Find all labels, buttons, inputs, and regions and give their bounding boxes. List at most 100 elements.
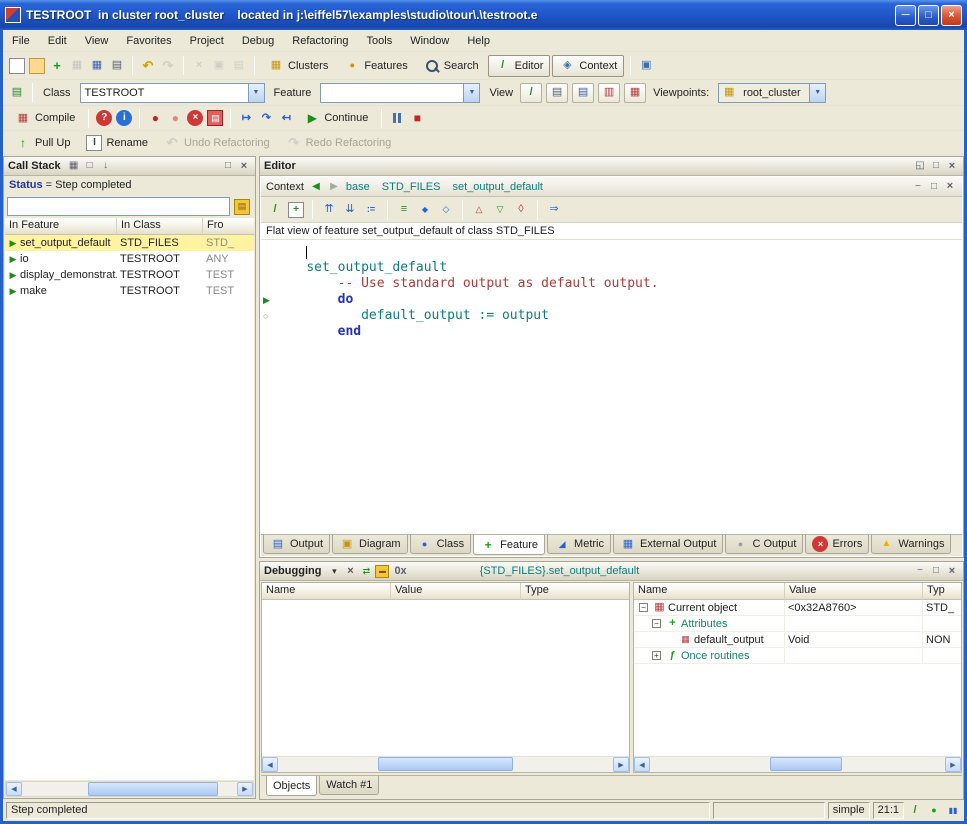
- contract-view-tool-icon[interactable]: ◆: [417, 202, 433, 218]
- max-panel-icon[interactable]: □: [221, 160, 235, 173]
- watch-column-value[interactable]: Value: [391, 583, 521, 600]
- pin-panel-icon[interactable]: □: [83, 160, 97, 173]
- horizontal-scrollbar[interactable]: ◀▶: [5, 781, 254, 797]
- editor-tab-warnings[interactable]: ▲Warnings: [871, 535, 951, 554]
- object-tree-row[interactable]: −▦Current object<0x32A8760>STD_: [634, 600, 961, 616]
- edit-view-icon-button[interactable]: /: [520, 83, 542, 103]
- scroll-left-button[interactable]: ◀: [262, 757, 278, 772]
- current-line-arrow[interactable]: ▶: [263, 292, 270, 308]
- scroll-right-button[interactable]: ▶: [613, 757, 629, 772]
- clusters-button[interactable]: ▦Clusters: [261, 55, 335, 77]
- close-panel-icon[interactable]: ×: [237, 160, 251, 173]
- viewpoints-combo[interactable]: ▦root_cluster▼: [718, 83, 826, 103]
- debug-tab-watch-1[interactable]: Watch #1: [319, 776, 379, 795]
- flat-view-tool-icon[interactable]: ≡: [396, 202, 412, 218]
- minimize-button[interactable]: ─: [895, 5, 916, 26]
- editor-tab-external-output[interactable]: ▦External Output: [613, 535, 723, 554]
- editor-tab-errors[interactable]: ×Errors: [805, 535, 869, 554]
- menu-project[interactable]: Project: [181, 32, 233, 50]
- step-over-icon[interactable]: ↷: [258, 110, 274, 126]
- breakpoint-slot[interactable]: ○: [263, 308, 268, 324]
- print-icon[interactable]: ▤: [109, 58, 125, 74]
- exception-icon[interactable]: ⇄: [359, 565, 373, 578]
- scroll-thumb[interactable]: [88, 782, 218, 796]
- implementers-icon[interactable]: ⇒: [546, 202, 562, 218]
- call-stack-row[interactable]: ▶makeTESTROOTTEST: [5, 283, 254, 299]
- call-stack-titlebar[interactable]: Call Stack ▦□↓ □×: [4, 157, 255, 176]
- scroll-track[interactable]: [278, 757, 613, 772]
- console-icon[interactable]: ▬: [375, 565, 389, 578]
- features-button[interactable]: ●Features: [337, 55, 414, 77]
- scroll-left-button[interactable]: ◀: [634, 757, 650, 772]
- scroll-track[interactable]: [650, 757, 945, 772]
- breakpoints-tool-icon[interactable]: ▤: [207, 110, 223, 126]
- call-stack-list[interactable]: ▶set_output_defaultSTD_FILESSTD_▶ioTESTR…: [5, 235, 254, 780]
- step-out-icon[interactable]: ↤: [278, 110, 294, 126]
- close-tool-icon[interactable]: ×: [343, 565, 357, 578]
- float-panel-icon[interactable]: ◱: [913, 160, 927, 173]
- call-stack-filter-input[interactable]: [7, 197, 230, 216]
- enable-breakpoints-icon[interactable]: ●: [147, 110, 163, 126]
- undo-refactoring-button[interactable]: ↶Undo Refactoring: [157, 132, 277, 154]
- watch-column-type[interactable]: Type: [521, 583, 629, 600]
- max-panel-icon[interactable]: □: [929, 160, 943, 173]
- object-tree-row[interactable]: −+Attributes: [634, 616, 961, 632]
- class-tool-icon[interactable]: ▤: [9, 85, 25, 101]
- watch-column-name[interactable]: Name: [262, 583, 391, 600]
- collapse-expander-icon[interactable]: −: [652, 619, 661, 628]
- horizontal-scrollbar[interactable]: ◀▶: [634, 756, 961, 772]
- raw-view-icon-button[interactable]: ▤: [546, 83, 568, 103]
- homonyms-icon[interactable]: ◊: [513, 202, 529, 218]
- object-column-value[interactable]: Value: [785, 583, 923, 600]
- watch-table-body[interactable]: [262, 600, 629, 756]
- call-stack-row[interactable]: ▶ioTESTROOTANY: [5, 251, 254, 267]
- scroll-right-button[interactable]: ▶: [237, 782, 253, 796]
- breadcrumb-base[interactable]: base: [346, 181, 370, 193]
- cut-icon[interactable]: ×: [191, 58, 207, 74]
- breadcrumb-set-output-default[interactable]: set_output_default: [452, 181, 543, 193]
- back-icon[interactable]: ◀: [308, 179, 324, 195]
- scroll-thumb[interactable]: [770, 757, 842, 771]
- max-panel-icon[interactable]: □: [927, 180, 941, 193]
- object-tree-row[interactable]: ▦default_outputVoidNON: [634, 632, 961, 648]
- dock-panel-icon[interactable]: ↓: [99, 160, 113, 173]
- scroll-thumb[interactable]: [378, 757, 513, 771]
- close-panel-icon[interactable]: ×: [943, 180, 957, 193]
- remove-breakpoints-icon[interactable]: ×: [187, 110, 203, 126]
- forward-icon[interactable]: ▶: [326, 179, 342, 195]
- object-tree-row[interactable]: +ƒOnce routines: [634, 648, 961, 664]
- object-tree-body[interactable]: −▦Current object<0x32A8760>STD_−+Attribu…: [634, 600, 961, 756]
- ancestors-icon[interactable]: △: [471, 202, 487, 218]
- call-stack-column-fro[interactable]: Fro: [203, 218, 254, 235]
- open-new-editor-icon[interactable]: +: [288, 202, 304, 218]
- panel-menu-icon[interactable]: ▾: [327, 565, 341, 578]
- editor-button[interactable]: /Editor: [488, 55, 551, 77]
- expand-expander-icon[interactable]: +: [652, 651, 661, 660]
- redo-icon[interactable]: ↷: [160, 58, 176, 74]
- assigners-icon[interactable]: :=: [363, 202, 379, 218]
- collapse-expander-icon[interactable]: −: [639, 603, 648, 612]
- breadcrumb-std-files[interactable]: STD_FILES: [382, 181, 441, 193]
- stop-icon[interactable]: ■: [409, 110, 425, 126]
- context-button[interactable]: ◈Context: [552, 55, 624, 77]
- class-combo[interactable]: TESTROOT▼: [80, 83, 265, 103]
- editor-tab-output[interactable]: ▤Output: [263, 535, 330, 554]
- feature-combo[interactable]: ▼: [320, 83, 480, 103]
- min-panel-icon[interactable]: −: [911, 180, 925, 193]
- interface-view-tool-icon[interactable]: ◇: [438, 202, 454, 218]
- menu-file[interactable]: File: [3, 32, 39, 50]
- menu-favorites[interactable]: Favorites: [117, 32, 180, 50]
- debug-tab-objects[interactable]: Objects: [266, 776, 317, 796]
- menu-window[interactable]: Window: [401, 32, 458, 50]
- new-window-icon[interactable]: ▣: [638, 58, 654, 74]
- callers-icon[interactable]: ⇈: [321, 202, 337, 218]
- horizontal-scrollbar[interactable]: ◀▶: [262, 756, 629, 772]
- object-column-typ[interactable]: Typ: [923, 583, 961, 600]
- min-panel-icon[interactable]: −: [913, 565, 927, 578]
- code-text[interactable]: set_output_default -- Use standard outpu…: [275, 240, 962, 534]
- code-area[interactable]: ▶○ set_output_default -- Use standard ou…: [261, 240, 962, 534]
- callees-icon[interactable]: ⇊: [342, 202, 358, 218]
- info-icon[interactable]: i: [116, 110, 132, 126]
- scroll-track[interactable]: [22, 782, 237, 796]
- flat-view-icon-button[interactable]: ▥: [598, 83, 620, 103]
